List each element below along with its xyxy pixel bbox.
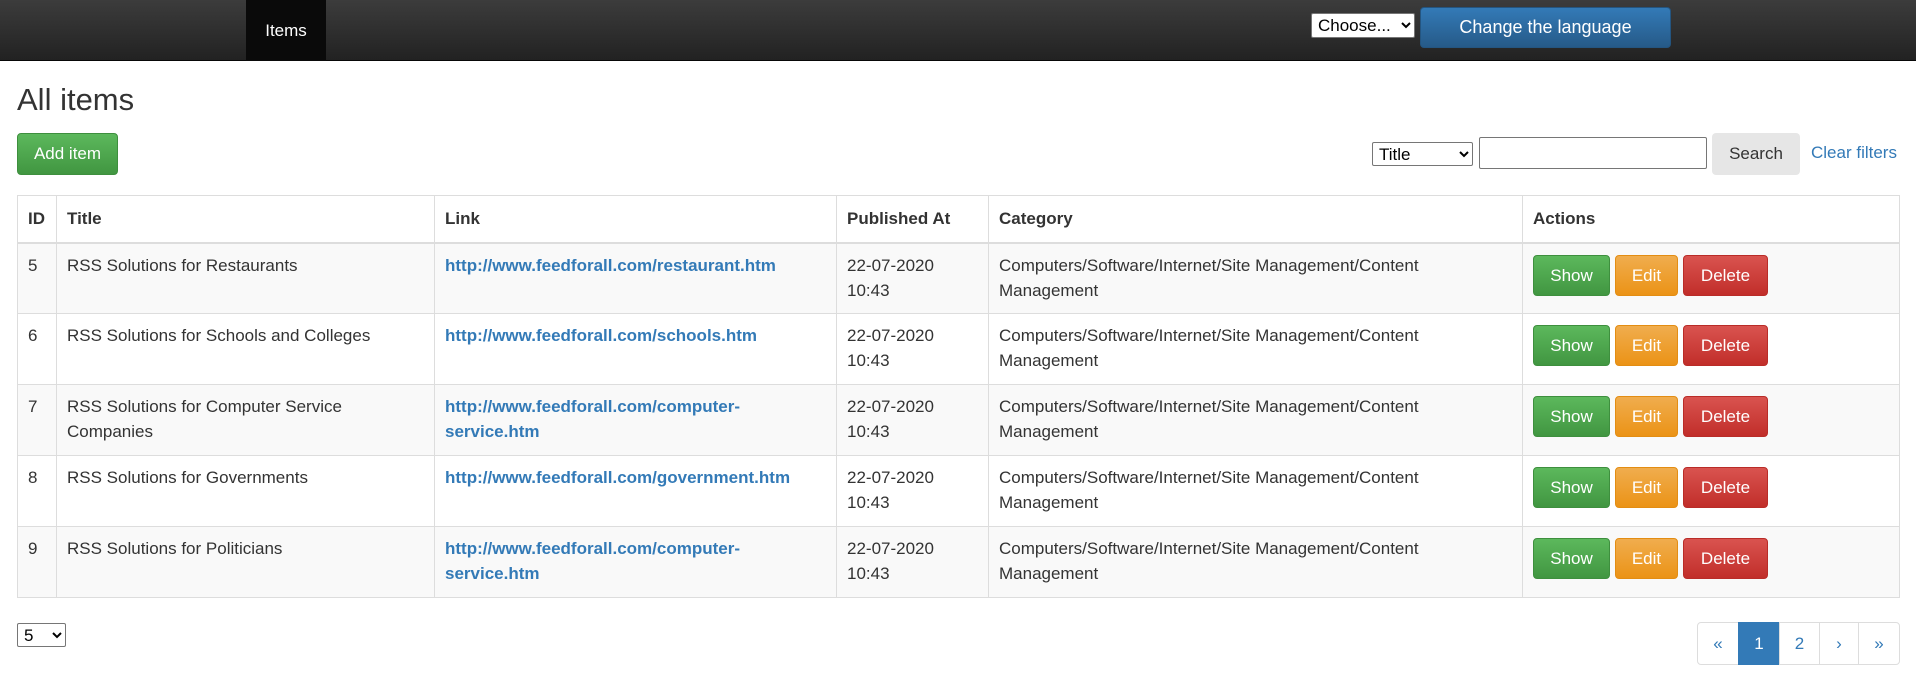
- language-select[interactable]: Choose...: [1311, 13, 1415, 38]
- pagination: « 1 2 › »: [1697, 622, 1900, 665]
- edit-button[interactable]: Edit: [1615, 325, 1678, 366]
- item-link[interactable]: http://www.feedforall.com/computer-servi…: [445, 397, 740, 441]
- table-row: 5 RSS Solutions for Restaurants http://w…: [17, 242, 1900, 314]
- show-button[interactable]: Show: [1533, 254, 1610, 296]
- cell-published-at: 22-07-2020 10:43: [836, 384, 989, 456]
- page-size-select[interactable]: 5: [17, 623, 66, 647]
- cell-published-at: 22-07-2020 10:43: [836, 455, 989, 527]
- header-published-at: Published At: [836, 195, 989, 244]
- delete-button[interactable]: Delete: [1683, 325, 1768, 366]
- pagination-next-button[interactable]: ›: [1819, 622, 1859, 665]
- show-button[interactable]: Show: [1533, 467, 1610, 508]
- edit-button[interactable]: Edit: [1615, 396, 1678, 437]
- cell-category: Computers/Software/Internet/Site Managem…: [988, 313, 1523, 385]
- cell-actions: Show Edit Delete: [1522, 526, 1900, 598]
- change-language-button[interactable]: Change the language: [1420, 7, 1671, 48]
- header-id: ID: [17, 195, 57, 244]
- cell-title: RSS Solutions for Schools and Colleges: [56, 313, 435, 385]
- cell-actions: Show Edit Delete: [1522, 313, 1900, 385]
- cell-link: http://www.feedforall.com/computer-servi…: [434, 384, 837, 456]
- item-link[interactable]: http://www.feedforall.com/schools.htm: [445, 326, 757, 345]
- page-title: All items: [17, 82, 135, 117]
- filter-field-select[interactable]: Title: [1372, 142, 1473, 166]
- delete-button[interactable]: Delete: [1683, 538, 1768, 579]
- edit-button[interactable]: Edit: [1615, 538, 1678, 579]
- cell-actions: Show Edit Delete: [1522, 384, 1900, 456]
- cell-category: Computers/Software/Internet/Site Managem…: [988, 384, 1523, 456]
- cell-published-at: 22-07-2020 10:43: [836, 526, 989, 598]
- cell-title: RSS Solutions for Computer Service Compa…: [56, 384, 435, 456]
- cell-link: http://www.feedforall.com/restaurant.htm: [434, 242, 837, 314]
- search-button[interactable]: Search: [1712, 133, 1800, 175]
- nav-item-items[interactable]: Items: [246, 0, 326, 61]
- header-category: Category: [988, 195, 1523, 244]
- header-link: Link: [434, 195, 837, 244]
- cell-published-at: 22-07-2020 10:43: [836, 313, 989, 385]
- add-item-button[interactable]: Add item: [17, 133, 118, 175]
- clear-filters-link[interactable]: Clear filters: [1811, 143, 1897, 163]
- item-link[interactable]: http://www.feedforall.com/government.htm: [445, 468, 790, 487]
- cell-actions: Show Edit Delete: [1522, 455, 1900, 527]
- table-row: 6 RSS Solutions for Schools and Colleges…: [17, 313, 1900, 385]
- cell-category: Computers/Software/Internet/Site Managem…: [988, 526, 1523, 598]
- header-actions: Actions: [1522, 195, 1900, 244]
- show-button[interactable]: Show: [1533, 396, 1610, 437]
- cell-title: RSS Solutions for Restaurants: [56, 242, 435, 314]
- delete-button[interactable]: Delete: [1683, 467, 1768, 508]
- item-link[interactable]: http://www.feedforall.com/restaurant.htm: [445, 256, 776, 275]
- cell-link: http://www.feedforall.com/government.htm: [434, 455, 837, 527]
- edit-button[interactable]: Edit: [1615, 254, 1678, 296]
- pagination-page-2[interactable]: 2: [1779, 622, 1820, 665]
- cell-category: Computers/Software/Internet/Site Managem…: [988, 455, 1523, 527]
- cell-link: http://www.feedforall.com/computer-servi…: [434, 526, 837, 598]
- table-row: 7 RSS Solutions for Computer Service Com…: [17, 384, 1900, 456]
- pagination-page-1[interactable]: 1: [1738, 622, 1780, 665]
- delete-button[interactable]: Delete: [1683, 254, 1768, 296]
- items-table: ID Title Link Published At Category Acti…: [17, 195, 1900, 598]
- table-row: 9 RSS Solutions for Politicians http://w…: [17, 526, 1900, 598]
- cell-published-at: 22-07-2020 10:43: [836, 242, 989, 314]
- cell-category: Computers/Software/Internet/Site Managem…: [988, 242, 1523, 314]
- cell-title: RSS Solutions for Governments: [56, 455, 435, 527]
- cell-title: RSS Solutions for Politicians: [56, 526, 435, 598]
- show-button[interactable]: Show: [1533, 538, 1610, 579]
- top-navbar: Items Choose... Change the language: [0, 0, 1916, 61]
- cell-id: 6: [17, 313, 57, 385]
- table-row: 8 RSS Solutions for Governments http://w…: [17, 455, 1900, 527]
- cell-id: 8: [17, 455, 57, 527]
- pagination-first-button[interactable]: «: [1697, 622, 1739, 665]
- delete-button[interactable]: Delete: [1683, 396, 1768, 437]
- show-button[interactable]: Show: [1533, 325, 1610, 366]
- cell-actions: Show Edit Delete: [1522, 242, 1900, 314]
- cell-link: http://www.feedforall.com/schools.htm: [434, 313, 837, 385]
- cell-id: 9: [17, 526, 57, 598]
- item-link[interactable]: http://www.feedforall.com/computer-servi…: [445, 539, 740, 583]
- cell-id: 7: [17, 384, 57, 456]
- pagination-last-button[interactable]: »: [1858, 622, 1900, 665]
- edit-button[interactable]: Edit: [1615, 467, 1678, 508]
- search-input[interactable]: [1479, 137, 1707, 169]
- cell-id: 5: [17, 242, 57, 314]
- header-title: Title: [56, 195, 435, 244]
- table-header-row: ID Title Link Published At Category Acti…: [17, 195, 1900, 244]
